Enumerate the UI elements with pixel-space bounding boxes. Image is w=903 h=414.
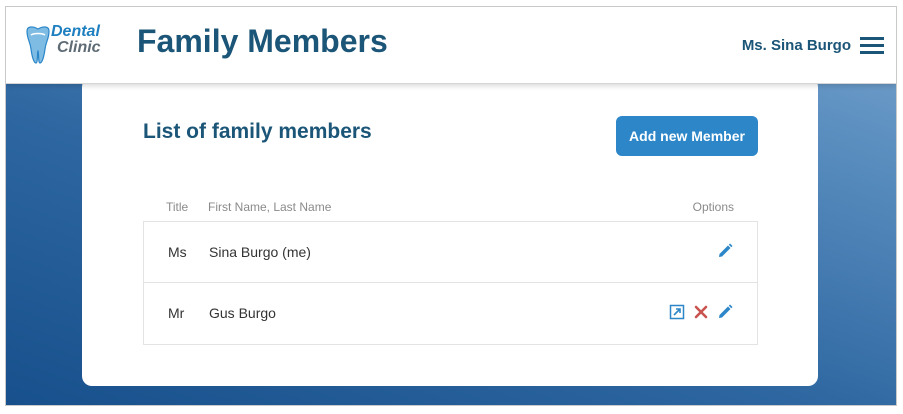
- add-new-member-button[interactable]: Add new Member: [616, 116, 758, 156]
- row-options: [669, 304, 733, 320]
- column-header-options: Options: [692, 200, 734, 214]
- edit-icon[interactable]: [717, 304, 733, 320]
- table-row: Ms Sina Burgo (me): [144, 222, 757, 283]
- hamburger-menu-icon[interactable]: [860, 37, 884, 55]
- table-row: Mr Gus Burgo: [144, 283, 757, 344]
- family-members-table: Ms Sina Burgo (me) Mr Gus Burgo: [143, 221, 758, 345]
- top-header: Dental Clinic Family Members Ms. Sina Bu…: [6, 7, 896, 84]
- column-header-title: Title: [166, 200, 189, 214]
- column-header-name: First Name, Last Name: [208, 200, 332, 214]
- logo-text-line2: Clinic: [57, 39, 101, 56]
- tooth-logo-icon: [26, 26, 50, 64]
- cell-title: Mr: [168, 305, 185, 321]
- table-header: Title First Name, Last Name Options: [143, 200, 758, 220]
- logo-text: Dental Clinic: [51, 24, 101, 56]
- page-title: Family Members: [137, 23, 388, 59]
- logo-text-line1: Dental: [51, 23, 100, 40]
- row-options: [717, 243, 733, 259]
- edit-icon[interactable]: [717, 243, 733, 259]
- app-window: Dental Clinic Family Members Ms. Sina Bu…: [5, 6, 897, 406]
- section-title: List of family members: [143, 120, 372, 143]
- family-members-card: List of family members Add new Member Ti…: [82, 77, 818, 386]
- cell-name: Sina Burgo (me): [209, 244, 311, 260]
- user-name[interactable]: Ms. Sina Burgo: [742, 37, 851, 54]
- dental-clinic-logo[interactable]: Dental Clinic: [23, 23, 105, 65]
- delete-icon[interactable]: [693, 304, 709, 320]
- cell-name: Gus Burgo: [209, 305, 276, 321]
- open-external-icon[interactable]: [669, 304, 685, 320]
- cell-title: Ms: [168, 244, 187, 260]
